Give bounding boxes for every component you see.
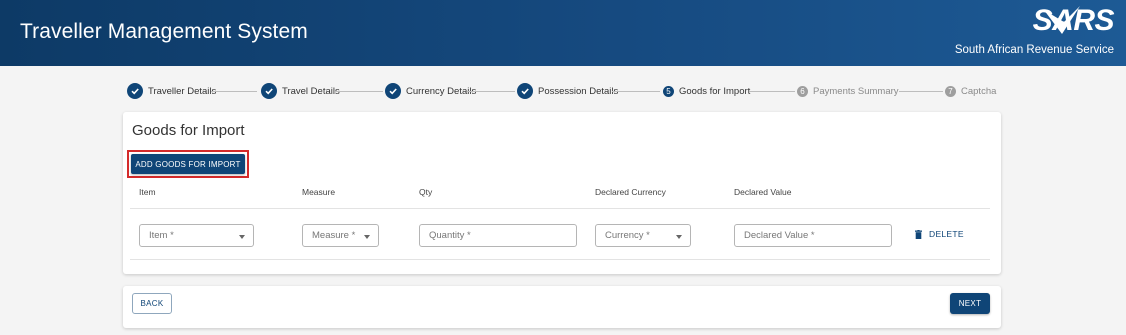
divider xyxy=(130,208,990,209)
step-connector xyxy=(335,91,383,92)
step-goods-for-import[interactable]: 5 Goods for Import xyxy=(663,82,750,100)
goods-for-import-card: Goods for Import ADD GOODS FOR IMPORT It… xyxy=(123,112,1001,274)
column-header-currency: Declared Currency xyxy=(595,187,666,197)
declared-value-placeholder: Declared Value * xyxy=(744,230,815,241)
quantity-placeholder: Quantity * xyxy=(429,230,471,241)
chevron-down-icon xyxy=(239,235,245,239)
app-header: Traveller Management System SARS South A… xyxy=(0,0,1126,66)
column-header-measure: Measure xyxy=(302,187,336,197)
section-title: Goods for Import xyxy=(132,122,245,139)
quantity-input[interactable]: Quantity * xyxy=(419,224,577,247)
column-header-value: Declared Value xyxy=(734,187,792,197)
chevron-down-icon xyxy=(364,235,370,239)
divider xyxy=(130,259,990,260)
trash-icon xyxy=(915,229,922,239)
step-travel-details[interactable]: Travel Details xyxy=(261,82,340,100)
measure-placeholder: Measure * xyxy=(312,230,356,241)
chevron-down-icon xyxy=(676,235,682,239)
step-label: Currency Details xyxy=(406,85,477,97)
step-label: Goods for Import xyxy=(679,85,751,97)
step-number-badge: 5 xyxy=(663,85,674,97)
step-number-badge: 6 xyxy=(797,85,808,97)
progress-stepper: Traveller Details Travel Details Currenc… xyxy=(127,82,1007,100)
step-connector xyxy=(612,91,660,92)
step-connector xyxy=(467,91,515,92)
step-traveller-details[interactable]: Traveller Details xyxy=(127,82,216,100)
step-possession-details[interactable]: Possession Details xyxy=(517,82,618,100)
step-number-badge: 7 xyxy=(945,85,956,97)
sars-logo: SARS South African Revenue Service xyxy=(944,4,1115,60)
step-label: Captcha xyxy=(961,85,997,97)
check-icon xyxy=(261,83,277,99)
step-label: Traveller Details xyxy=(148,85,217,97)
column-header-item: Item xyxy=(139,187,156,197)
logo-text: SARS xyxy=(1032,4,1115,37)
step-label: Possession Details xyxy=(538,85,619,97)
check-icon xyxy=(385,83,401,99)
next-button[interactable]: NEXT xyxy=(950,293,990,314)
measure-select[interactable]: Measure * xyxy=(302,224,379,247)
step-connector xyxy=(749,91,795,92)
add-goods-button[interactable]: ADD GOODS FOR IMPORT xyxy=(131,154,245,174)
navigation-footer: BACK NEXT xyxy=(123,286,1001,328)
declared-value-input[interactable]: Declared Value * xyxy=(734,224,892,247)
item-select[interactable]: Item * xyxy=(139,224,254,247)
step-currency-details[interactable]: Currency Details xyxy=(385,82,476,100)
check-icon xyxy=(127,83,143,99)
step-connector xyxy=(211,91,257,92)
currency-select[interactable]: Currency * xyxy=(595,224,691,247)
step-connector xyxy=(899,91,943,92)
delete-row-button[interactable]: DELETE xyxy=(915,229,964,239)
logo-tagline: South African Revenue Service xyxy=(954,44,1114,56)
column-header-qty: Qty xyxy=(419,187,433,197)
step-label: Travel Details xyxy=(282,85,340,97)
step-payments-summary[interactable]: 6 Payments Summary xyxy=(797,82,899,100)
add-button-highlight: ADD GOODS FOR IMPORT xyxy=(127,150,249,178)
item-placeholder: Item * xyxy=(149,230,174,241)
back-button[interactable]: BACK xyxy=(132,293,172,314)
currency-placeholder: Currency * xyxy=(605,230,650,241)
delete-label: DELETE xyxy=(929,229,964,239)
check-icon xyxy=(517,83,533,99)
app-title: Traveller Management System xyxy=(20,20,308,43)
step-captcha[interactable]: 7 Captcha xyxy=(945,82,996,100)
step-label: Payments Summary xyxy=(813,85,899,97)
